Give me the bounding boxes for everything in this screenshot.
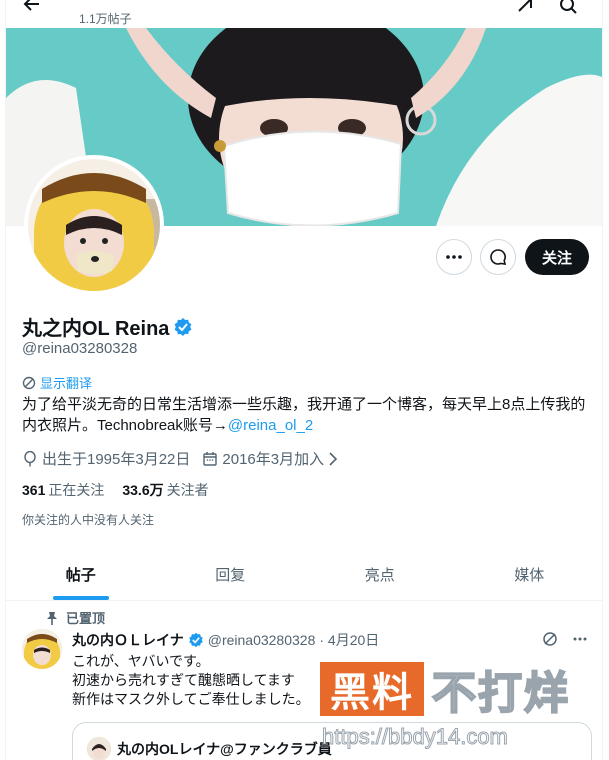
message-icon — [490, 249, 507, 265]
joined-item[interactable]: 2016年3月加入 — [202, 448, 338, 469]
more-options-button[interactable] — [436, 239, 472, 275]
watermark-box: 黑料 — [320, 662, 424, 716]
grok-icon[interactable] — [516, 0, 534, 14]
translate-icon — [22, 376, 36, 389]
post-author-name[interactable]: 丸の内ＯＬレイナ — [72, 630, 184, 650]
following-count: 361 — [22, 482, 46, 498]
watermark: 黑料 不打烊 — [320, 662, 602, 719]
profile-avatar[interactable] — [24, 155, 164, 295]
profile-tabs: 帖子 回复 亮点 媒体 — [6, 549, 603, 601]
quoted-author-name: 丸の内OLレイナ@ファンクラブ員 — [117, 741, 332, 757]
balloon-icon — [24, 450, 36, 466]
pinned-label: 已置顶 — [46, 608, 105, 627]
verified-badge-icon[interactable] — [173, 317, 193, 337]
follow-stats: 361 正在关注 33.6万 关注者 — [22, 480, 209, 500]
search-icon[interactable] — [559, 0, 577, 14]
name-row: 丸之内OL Reina — [22, 312, 193, 341]
pin-icon — [47, 611, 57, 625]
chevron-right-icon — [329, 451, 338, 466]
following-stat[interactable]: 361 正在关注 — [22, 480, 104, 500]
tab-media[interactable]: 媒体 — [455, 549, 603, 600]
quoted-author-avatar — [87, 737, 111, 760]
verified-badge-icon[interactable] — [188, 632, 204, 648]
joined-text: 2016年3月加入 — [222, 451, 325, 468]
more-icon[interactable] — [572, 631, 588, 647]
top-bar: 1.1万帖子 — [6, 0, 602, 28]
post-count: 1.1万帖子 — [79, 12, 132, 26]
follow-button[interactable]: 关注 — [525, 239, 589, 275]
birthday-item: 出生于1995年3月22日 — [22, 448, 190, 469]
grok-icon[interactable] — [542, 631, 558, 647]
birthday-text: 出生于1995年3月22日 — [42, 451, 191, 468]
translate-link[interactable]: 显示翻译 — [22, 373, 92, 392]
profile-page: 1.1万帖子 关注 丸之内OL Reina @reina03280328 显示翻… — [5, 0, 603, 760]
followers-stat[interactable]: 33.6万 关注者 — [122, 480, 208, 500]
more-icon — [446, 255, 462, 259]
post-header: 丸の内ＯＬレイナ @reina03280328 · 4月20日 — [72, 630, 379, 650]
translate-label: 显示翻译 — [40, 376, 93, 391]
display-name: 丸之内OL Reina — [22, 318, 170, 340]
following-label: 正在关注 — [48, 482, 105, 498]
calendar-icon — [203, 451, 218, 466]
watermark-url: https://bbdy14.com — [322, 724, 509, 750]
pinned-text: 已置顶 — [66, 611, 106, 626]
back-arrow-icon[interactable] — [22, 0, 42, 14]
post-actions — [542, 631, 588, 647]
tab-posts[interactable]: 帖子 — [6, 549, 156, 600]
followers-count: 33.6万 — [122, 482, 164, 498]
bio-link[interactable]: @reina_ol_2 — [228, 417, 313, 434]
tab-highlights[interactable]: 亮点 — [305, 549, 455, 600]
watermark-text: 不打烊 — [431, 668, 570, 719]
followers-label: 关注者 — [166, 482, 209, 498]
post-date[interactable]: · 4月20日 — [319, 630, 379, 650]
profile-bio: 为了给平淡无奇的日常生活增添一些乐趣，我开通了一个博客，每天早上8点上传我的内衣… — [22, 394, 597, 436]
message-button[interactable] — [480, 239, 516, 275]
profile-handle: @reina03280328 — [22, 340, 138, 357]
mutual-followers-note: 你关注的人中没有人关注 — [22, 513, 155, 527]
post-author-avatar[interactable] — [22, 629, 62, 669]
profile-meta: 出生于1995年3月22日 2016年3月加入 — [22, 448, 350, 469]
post-author-handle[interactable]: @reina03280328 — [208, 632, 316, 648]
tab-replies[interactable]: 回复 — [156, 549, 306, 600]
